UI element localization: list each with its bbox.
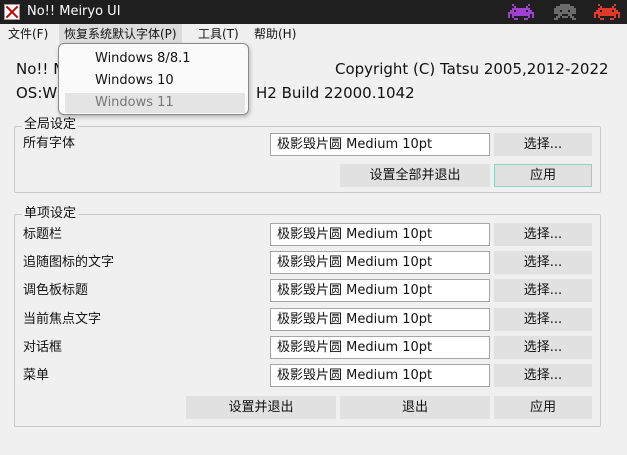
all-fonts-select-button[interactable]: 选择... — [494, 133, 592, 156]
title-bar-select-button[interactable]: 选择... — [494, 223, 592, 246]
palette-title-select-button[interactable]: 选择... — [494, 279, 592, 302]
title-bar-font-label: 标题栏 — [23, 227, 63, 242]
focus-text-font-field: 极影毁片圆 Medium 10pt — [270, 308, 490, 331]
set-and-exit-button[interactable]: 设置并退出 — [186, 396, 336, 419]
dropdown-item-windows-8[interactable]: Windows 8/8.1 — [65, 49, 245, 69]
title-bar-font-field: 极影毁片圆 Medium 10pt — [270, 223, 490, 246]
menu-select-button[interactable]: 选择... — [494, 364, 592, 387]
icon-text-font-field: 极影毁片圆 Medium 10pt — [270, 251, 490, 274]
icon-text-font-label: 追随图标的文字 — [23, 255, 115, 270]
palette-title-font-label: 调色板标题 — [23, 283, 89, 298]
os-text-suffix: H2 Build 22000.1042 — [256, 84, 415, 102]
dropdown-item-windows-10[interactable]: Windows 10 — [65, 71, 245, 91]
focus-text-font-label: 当前焦点文字 — [23, 312, 102, 327]
individual-settings-label: 单项设定 — [22, 206, 79, 222]
os-text-prefix: OS:Wi — [16, 84, 62, 102]
global-settings-label: 全局设定 — [22, 117, 79, 133]
close-invader-icon[interactable] — [594, 4, 620, 20]
title-bar: No!! Meiryo UI — [0, 0, 627, 24]
restore-font-dropdown: Windows 8/8.1 Windows 10 Windows 11 — [58, 43, 249, 115]
menu-file[interactable]: 文件(F) — [3, 24, 53, 44]
window-title: No!! Meiryo UI — [27, 4, 121, 19]
dialog-font-field: 极影毁片圆 Medium 10pt — [270, 336, 490, 359]
apply-button[interactable]: 应用 — [494, 396, 592, 419]
copyright-text: Copyright (C) Tatsu 2005,2012-2022 — [335, 60, 609, 78]
minimize-invader-icon[interactable] — [508, 4, 534, 20]
set-all-and-exit-button[interactable]: 设置全部并退出 — [340, 164, 490, 187]
dropdown-item-windows-11[interactable]: Windows 11 — [65, 93, 245, 113]
focus-text-select-button[interactable]: 选择... — [494, 308, 592, 331]
global-apply-button[interactable]: 应用 — [494, 164, 592, 187]
palette-title-font-field: 极影毁片圆 Medium 10pt — [270, 279, 490, 302]
exit-button[interactable]: 退出 — [340, 396, 490, 419]
dialog-select-button[interactable]: 选择... — [494, 336, 592, 359]
menu-font-label: 菜单 — [23, 368, 50, 383]
icon-text-select-button[interactable]: 选择... — [494, 251, 592, 274]
menu-bar: 文件(F) 恢复系统默认字体(P) 工具(T) 帮助(H) — [0, 24, 627, 44]
maximize-invader-icon[interactable] — [552, 4, 578, 20]
menu-restore-default-font[interactable]: 恢复系统默认字体(P) — [59, 24, 182, 44]
all-fonts-label: 所有字体 — [23, 136, 76, 151]
app-icon[interactable] — [4, 4, 20, 20]
menu-tools[interactable]: 工具(T) — [193, 24, 244, 44]
menu-font-field: 极影毁片圆 Medium 10pt — [270, 364, 490, 387]
menu-help[interactable]: 帮助(H) — [249, 24, 301, 44]
all-fonts-field: 极影毁片圆 Medium 10pt — [270, 133, 490, 156]
dialog-font-label: 对话框 — [23, 340, 63, 355]
